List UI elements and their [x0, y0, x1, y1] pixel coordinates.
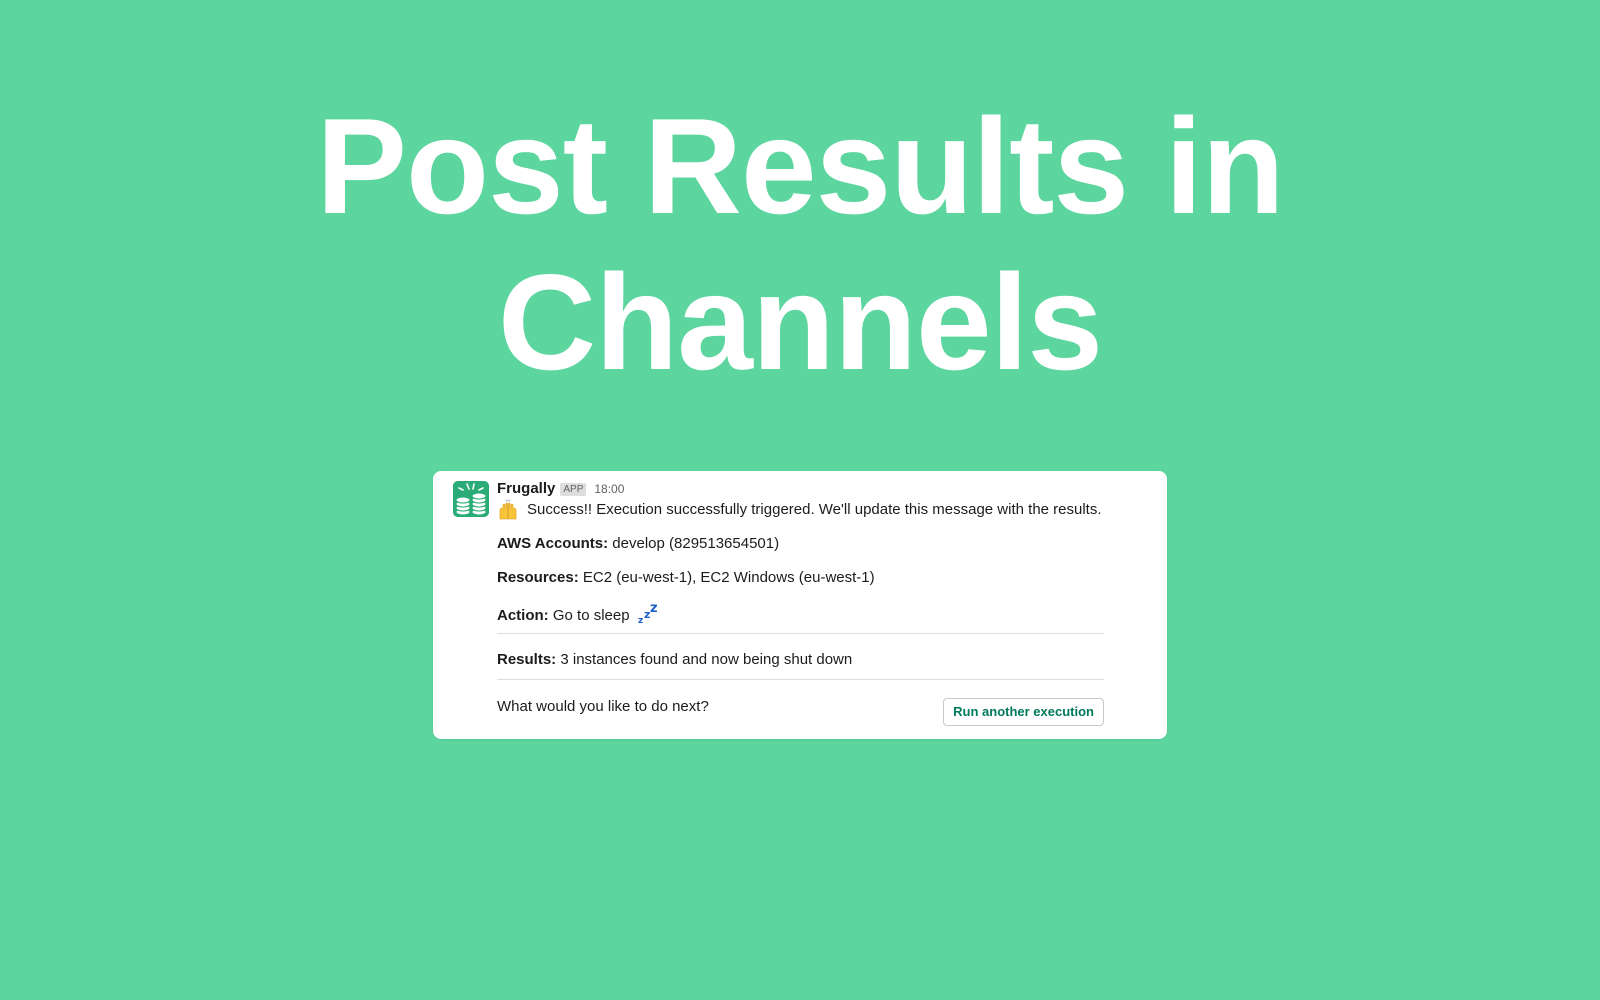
field-resources: Resources: EC2 (eu-west-1), EC2 Windows …	[497, 567, 1104, 589]
field-value: EC2 (eu-west-1), EC2 Windows (eu-west-1)	[582, 569, 875, 586]
results-label: Results:	[497, 651, 557, 668]
results-value: 3 instances found and now being shut dow…	[560, 651, 853, 668]
field-aws-accounts: AWS Accounts: develop (829513654501)	[497, 533, 1104, 555]
field-label: Resources:	[497, 569, 579, 586]
headline-line-2: Channels	[497, 246, 1103, 398]
coins-logo-icon	[453, 481, 489, 517]
field-value: develop (829513654501)	[612, 535, 780, 552]
intro-text: Success!! Execution successfully trigger…	[527, 501, 1102, 518]
app-badge: APP	[560, 482, 587, 496]
raised-hands-icon	[499, 499, 517, 520]
page-headline: Post Results in Channels	[0, 88, 1600, 400]
intro-line: Success!! Execution successfully trigger…	[497, 499, 1104, 521]
next-prompt: What would you like to do next?	[497, 698, 709, 715]
headline-line-1: Post Results in	[316, 90, 1284, 242]
field-label: Action:	[497, 607, 549, 624]
message-card: Frugally APP 18:00 Success!! Execution s…	[433, 471, 1167, 739]
zzz-icon: z z z	[638, 601, 658, 625]
section-divider	[497, 679, 1104, 680]
app-avatar[interactable]	[453, 481, 489, 517]
field-action: Action: Go to sleep z z z	[497, 601, 1104, 625]
message-timestamp[interactable]: 18:00	[594, 479, 624, 499]
svg-text:z: z	[638, 616, 643, 625]
results-line: Results: 3 instances found and now being…	[497, 649, 1104, 671]
next-actions-row: What would you like to do next? Run anot…	[497, 696, 1104, 726]
run-another-execution-button[interactable]: Run another execution	[943, 698, 1104, 726]
field-value: Go to sleep	[552, 607, 630, 624]
message-body: Frugally APP 18:00 Success!! Execution s…	[497, 479, 1104, 726]
message-meta: Frugally APP 18:00	[497, 479, 1104, 499]
sender-name[interactable]: Frugally	[497, 479, 555, 499]
field-label: AWS Accounts:	[497, 535, 609, 552]
section-divider	[497, 633, 1104, 634]
svg-text:z: z	[650, 601, 658, 616]
